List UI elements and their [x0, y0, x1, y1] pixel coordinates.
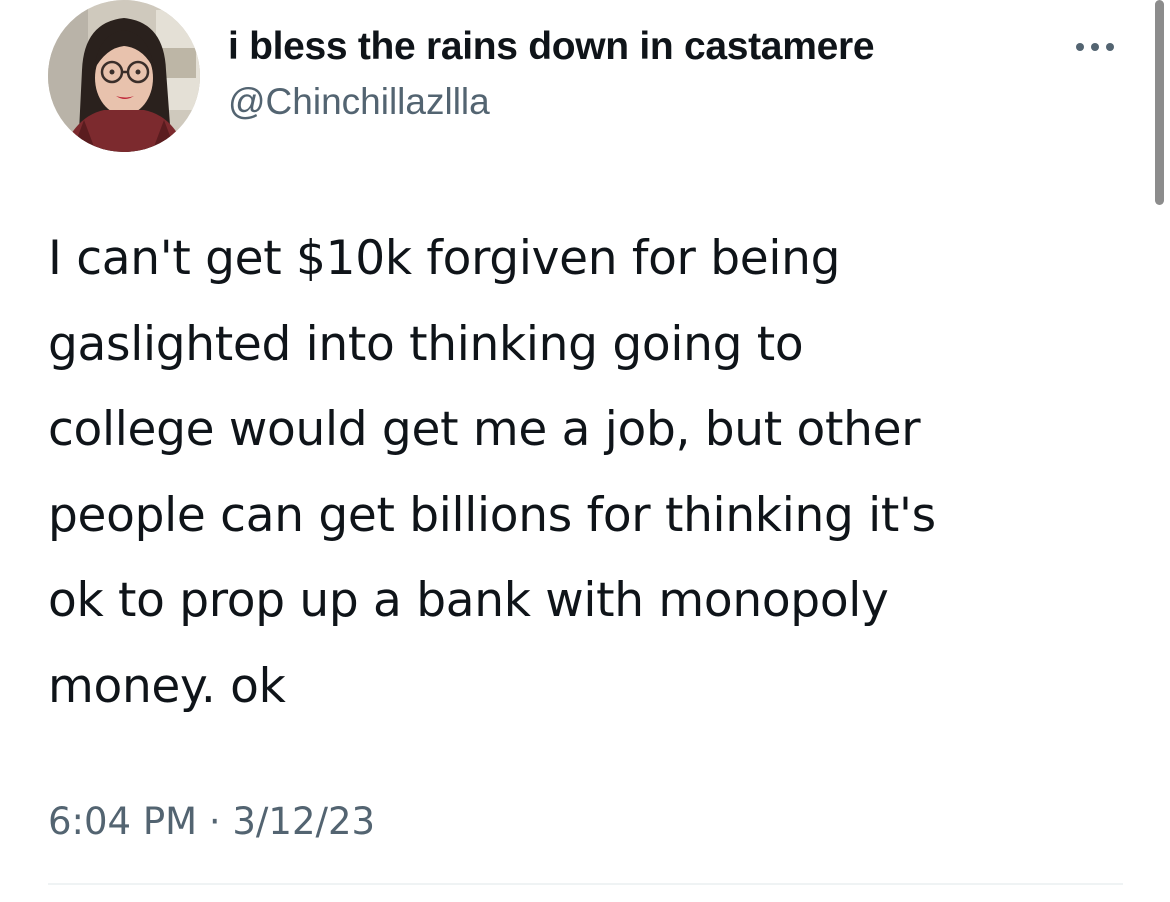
tweet-time: 6:04 PM [48, 800, 198, 843]
tweet-text: I can't get $10k forgiven for being gasl… [48, 231, 936, 714]
tweet-timestamp[interactable]: 6:04 PM · 3/12/23 [48, 798, 375, 846]
tweet: i bless the rains down in castamere @Chi… [0, 0, 1170, 902]
avatar[interactable] [48, 0, 200, 152]
more-options-icon[interactable] [1072, 32, 1118, 62]
timestamp-separator: · [197, 800, 233, 843]
user-handle[interactable]: @Chinchillazllla [228, 78, 490, 126]
display-name[interactable]: i bless the rains down in castamere [228, 22, 875, 72]
scrollbar[interactable] [1155, 0, 1164, 205]
tweet-date: 3/12/23 [232, 800, 376, 843]
profile-photo-icon [48, 0, 200, 152]
divider [48, 883, 1123, 885]
